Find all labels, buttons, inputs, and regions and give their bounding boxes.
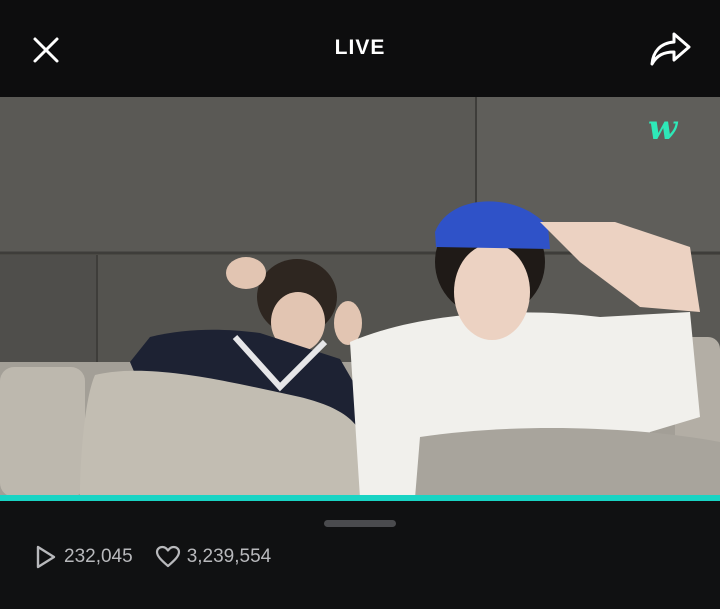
like-count: 3,239,554 <box>155 545 272 569</box>
bottom-panel: 232,045 3,239,554 <box>0 501 720 609</box>
stats-row: 232,045 3,239,554 <box>34 543 293 571</box>
share-icon <box>650 32 691 66</box>
view-count-text: 232,045 <box>64 546 133 567</box>
drag-handle[interactable] <box>324 520 396 527</box>
heart-icon <box>155 545 180 568</box>
share-button[interactable] <box>648 28 694 70</box>
page-title: LIVE <box>334 36 386 59</box>
video-frame: w <box>0 97 720 498</box>
top-bar: LIVE <box>0 0 720 97</box>
live-video-player[interactable]: w <box>0 97 720 498</box>
weverse-logo: w <box>648 108 679 148</box>
view-count: 232,045 <box>34 544 133 570</box>
like-count-text: 3,239,554 <box>186 546 272 567</box>
play-icon <box>36 545 56 569</box>
